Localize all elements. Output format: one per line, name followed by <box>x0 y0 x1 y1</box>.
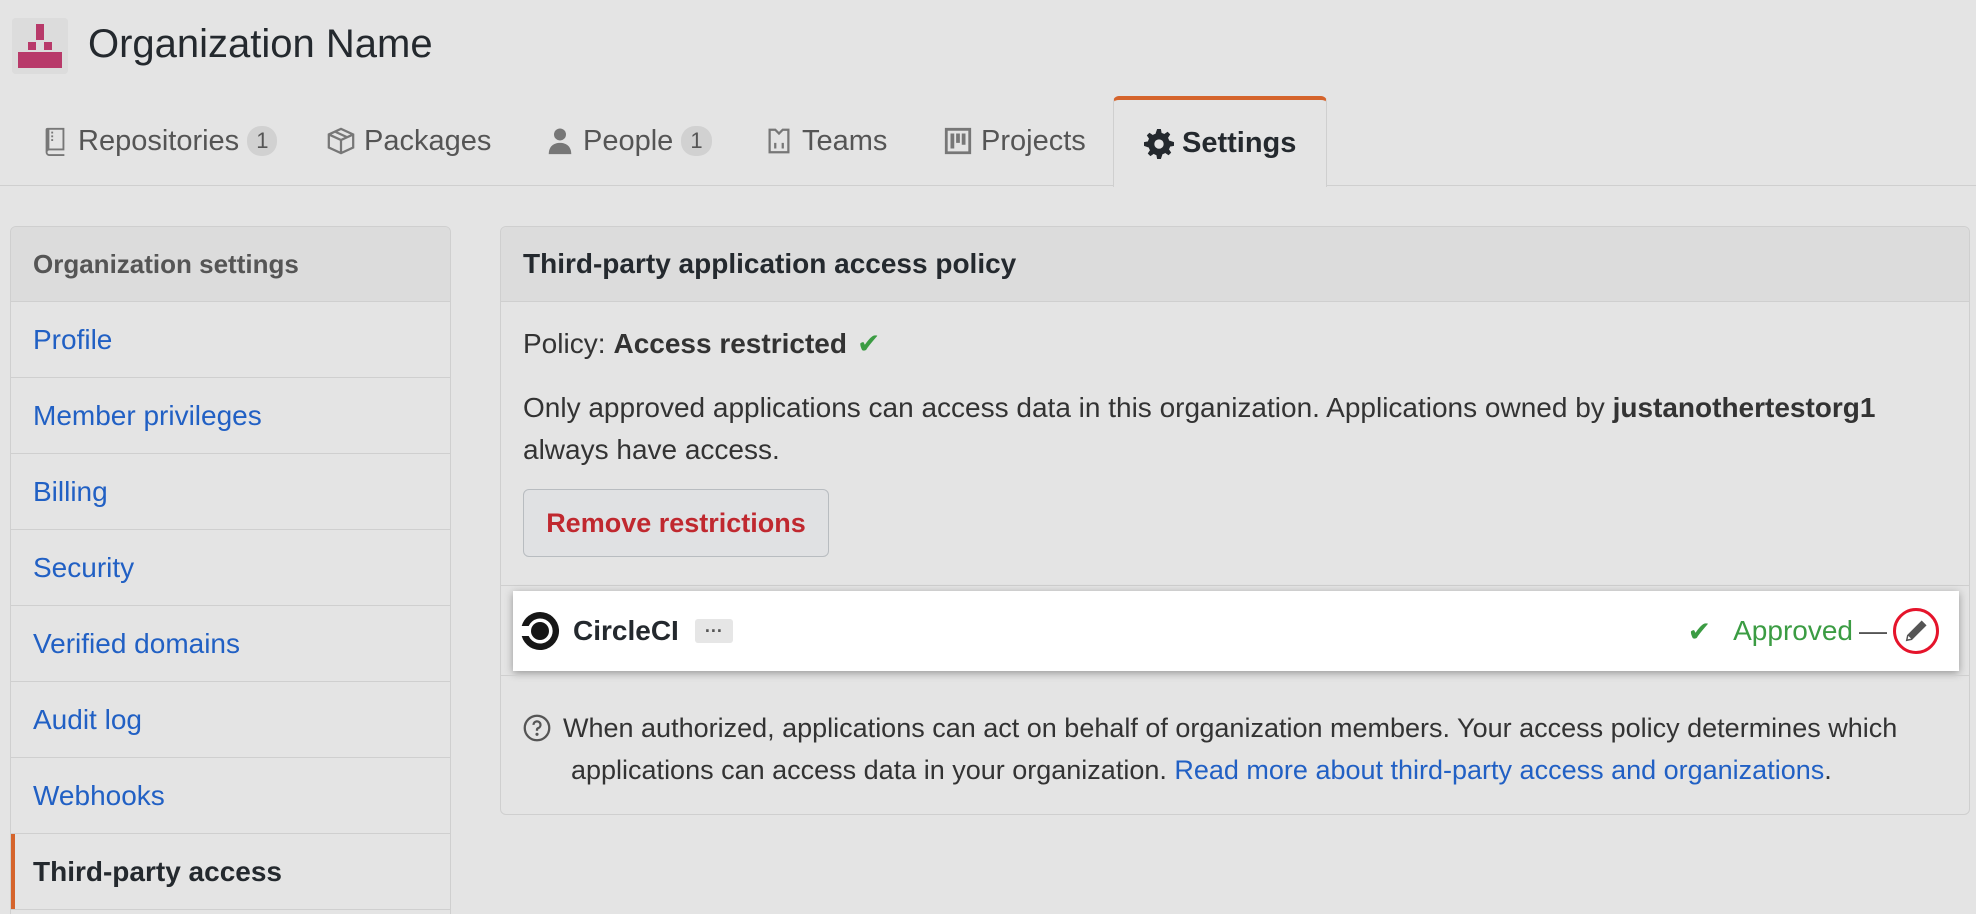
desc-text-end: always have access. <box>523 434 780 465</box>
app-row-circleci[interactable]: CircleCI ··· ✔ Approved — <box>513 591 1959 671</box>
tab-label: Projects <box>981 124 1086 157</box>
dash-separator: — <box>1859 615 1887 646</box>
app-status: ✔ Approved — <box>1688 591 1939 671</box>
more-button[interactable]: ··· <box>694 619 733 643</box>
policy-prefix: Policy: <box>523 327 606 359</box>
help-end: . <box>1824 755 1832 785</box>
help-text: When authorized, applications can act on… <box>523 707 1963 791</box>
tab-packages[interactable]: Packages <box>326 96 491 186</box>
sidebar-item-audit-log[interactable]: Audit log <box>11 682 450 758</box>
package-icon <box>326 126 356 156</box>
settings-sidebar: Organization settings Profile Member pri… <box>10 226 451 914</box>
remove-restrictions-button[interactable]: Remove restrictions <box>523 489 829 557</box>
sidebar-item-billing[interactable]: Billing <box>11 454 450 530</box>
tab-repositories[interactable]: Repositories 1 <box>40 96 278 186</box>
sidebar-item-member-privileges[interactable]: Member privileges <box>11 378 450 454</box>
help-line-1: When authorized, applications can act on… <box>563 713 1898 743</box>
org-name[interactable]: Organization Name <box>88 22 433 67</box>
people-count-badge: 1 <box>681 126 712 156</box>
project-icon <box>943 126 973 156</box>
policy-description: Only approved applications can access da… <box>523 387 1953 471</box>
app-name[interactable]: CircleCI <box>573 615 679 647</box>
pencil-icon <box>1905 620 1927 642</box>
divider <box>501 675 1969 676</box>
owner-name: justanothertestorg1 <box>1612 392 1876 423</box>
circleci-logo-icon <box>519 610 561 652</box>
repo-icon <box>40 126 70 156</box>
tab-label: People <box>583 124 674 157</box>
sidebar-item-security[interactable]: Security <box>11 530 450 606</box>
tab-settings[interactable]: Settings <box>1113 96 1328 187</box>
org-avatar-icon[interactable] <box>12 18 68 74</box>
panel-title: Third-party application access policy <box>501 227 1969 302</box>
check-icon: ✔ <box>856 328 881 359</box>
read-more-link[interactable]: Read more about third-party access and o… <box>1174 755 1824 785</box>
tab-people[interactable]: People 1 <box>545 96 712 186</box>
tab-label: Teams <box>802 124 888 157</box>
sidebar-item-verified-domains[interactable]: Verified domains <box>11 606 450 682</box>
access-policy-panel: Third-party application access policy Po… <box>500 226 1970 815</box>
person-icon <box>545 126 575 156</box>
edit-pencil-button[interactable] <box>1893 608 1939 654</box>
tab-label: Packages <box>364 124 492 157</box>
org-header: Organization Name Repositories 1 Package… <box>0 0 1976 187</box>
sidebar-item-third-party-access[interactable]: Third-party access <box>11 834 450 910</box>
tab-projects[interactable]: Projects <box>943 96 1086 186</box>
divider <box>501 585 1969 586</box>
question-icon <box>523 714 551 742</box>
gear-icon <box>1144 128 1174 159</box>
tab-label: Repositories <box>78 124 240 157</box>
policy-line: Policy: Access restricted ✔ <box>523 327 880 360</box>
sidebar-item-webhooks[interactable]: Webhooks <box>11 758 450 834</box>
team-icon <box>764 126 794 156</box>
help-line-2: applications can access data in your org… <box>571 755 1175 785</box>
tab-label: Settings <box>1182 127 1297 159</box>
desc-text: Only approved applications can access da… <box>523 392 1613 423</box>
repo-count-badge: 1 <box>247 126 278 156</box>
approved-check-icon: ✔ <box>1687 615 1712 647</box>
approved-label: Approved <box>1733 615 1853 646</box>
policy-value: Access restricted <box>613 327 847 359</box>
sidebar-heading: Organization settings <box>11 227 450 302</box>
tab-teams[interactable]: Teams <box>764 96 887 186</box>
sidebar-item-profile[interactable]: Profile <box>11 302 450 378</box>
